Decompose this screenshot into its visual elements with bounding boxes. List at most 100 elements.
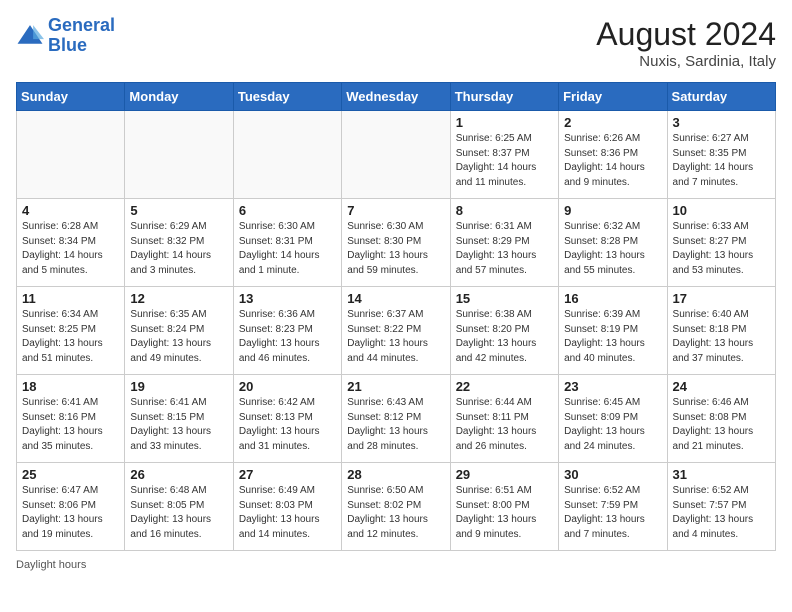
day-number: 9: [564, 203, 661, 218]
day-number: 19: [130, 379, 227, 394]
calendar-cell: 2 Sunrise: 6:26 AM Sunset: 8:36 PM Daylig…: [559, 111, 667, 199]
day-number: 18: [22, 379, 119, 394]
calendar-cell: 13 Sunrise: 6:36 AM Sunset: 8:23 PM Dayli…: [233, 287, 341, 375]
day-info: Sunrise: 6:47 AM Sunset: 8:06 PM Dayligh…: [22, 484, 119, 542]
calendar-cell: 24Sunrise: 6:46 AM Sunset: 8:08 PM Dayli…: [667, 375, 775, 463]
logo-blue: Blue: [48, 35, 87, 55]
logo-icon: [16, 22, 44, 50]
day-info: Sunrise: 6:40 AM Sunset: 8:18 PM Dayligh…: [673, 308, 770, 366]
day-info: Sunrise: 6:38 AM Sunset: 8:20 PM Dayligh…: [456, 308, 553, 366]
footer: Daylight hours: [16, 559, 776, 571]
day-info: Sunrise: 6:48 AM Sunset: 8:05 PM Dayligh…: [130, 484, 227, 542]
day-number: 29: [456, 467, 553, 482]
day-info: Sunrise: 6:35 AM Sunset: 8:24 PM Dayligh…: [130, 308, 227, 366]
calendar-cell: 14 Sunrise: 6:37 AM Sunset: 8:22 PM Dayli…: [342, 287, 450, 375]
day-info: Sunrise: 6:26 AM Sunset: 8:36 PM Dayligh…: [564, 132, 661, 190]
day-number: 2: [564, 115, 661, 130]
calendar-cell: 27 Sunrise: 6:49 AM Sunset: 8:03 PM Dayli…: [233, 463, 341, 551]
day-number: 5: [130, 203, 227, 218]
calendar-cell: 21Sunrise: 6:43 AM Sunset: 8:12 PM Dayli…: [342, 375, 450, 463]
calendar-cell: 8Sunrise: 6:31 AM Sunset: 8:29 PM Daylig…: [450, 199, 558, 287]
day-number: 31: [673, 467, 770, 482]
col-header-friday: Friday: [559, 83, 667, 111]
day-number: 21: [347, 379, 444, 394]
title-block: August 2024 Nuxis, Sardinia, Italy: [596, 16, 776, 70]
day-number: 15: [456, 291, 553, 306]
calendar-cell: [233, 111, 341, 199]
day-info: Sunrise: 6:49 AM Sunset: 8:03 PM Dayligh…: [239, 484, 336, 542]
day-number: 26: [130, 467, 227, 482]
day-number: 1: [456, 115, 553, 130]
day-info: Sunrise: 6:25 AM Sunset: 8:37 PM Dayligh…: [456, 132, 553, 190]
daylight-hours-label: Daylight hours: [16, 559, 86, 571]
day-number: 10: [673, 203, 770, 218]
calendar-cell: 29Sunrise: 6:51 AM Sunset: 8:00 PM Dayli…: [450, 463, 558, 551]
calendar-cell: 30Sunrise: 6:52 AM Sunset: 7:59 PM Dayli…: [559, 463, 667, 551]
week-row-5: 25 Sunrise: 6:47 AM Sunset: 8:06 PM Dayli…: [17, 463, 776, 551]
day-number: 25: [22, 467, 119, 482]
col-header-saturday: Saturday: [667, 83, 775, 111]
calendar-cell: 5 Sunrise: 6:29 AM Sunset: 8:32 PM Daylig…: [125, 199, 233, 287]
day-info: Sunrise: 6:50 AM Sunset: 8:02 PM Dayligh…: [347, 484, 444, 542]
day-info: Sunrise: 6:52 AM Sunset: 7:59 PM Dayligh…: [564, 484, 661, 542]
week-row-2: 4 Sunrise: 6:28 AM Sunset: 8:34 PM Daylig…: [17, 199, 776, 287]
day-info: Sunrise: 6:37 AM Sunset: 8:22 PM Dayligh…: [347, 308, 444, 366]
calendar-cell: 11 Sunrise: 6:34 AM Sunset: 8:25 PM Dayli…: [17, 287, 125, 375]
calendar-cell: 25 Sunrise: 6:47 AM Sunset: 8:06 PM Dayli…: [17, 463, 125, 551]
calendar-cell: 6 Sunrise: 6:30 AM Sunset: 8:31 PM Daylig…: [233, 199, 341, 287]
day-info: Sunrise: 6:28 AM Sunset: 8:34 PM Dayligh…: [22, 220, 119, 278]
logo-general: General: [48, 15, 115, 35]
calendar-cell: 1 Sunrise: 6:25 AM Sunset: 8:37 PM Daylig…: [450, 111, 558, 199]
day-number: 8: [456, 203, 553, 218]
calendar-cell: 3Sunrise: 6:27 AM Sunset: 8:35 PM Daylig…: [667, 111, 775, 199]
month-year: August 2024: [596, 16, 776, 53]
day-number: 22: [456, 379, 553, 394]
day-info: Sunrise: 6:33 AM Sunset: 8:27 PM Dayligh…: [673, 220, 770, 278]
col-header-tuesday: Tuesday: [233, 83, 341, 111]
day-number: 4: [22, 203, 119, 218]
logo: General Blue: [16, 16, 115, 56]
day-info: Sunrise: 6:36 AM Sunset: 8:23 PM Dayligh…: [239, 308, 336, 366]
day-info: Sunrise: 6:45 AM Sunset: 8:09 PM Dayligh…: [564, 396, 661, 454]
calendar-cell: 7Sunrise: 6:30 AM Sunset: 8:30 PM Daylig…: [342, 199, 450, 287]
calendar-cell: [342, 111, 450, 199]
calendar-cell: 18Sunrise: 6:41 AM Sunset: 8:16 PM Dayli…: [17, 375, 125, 463]
day-number: 14: [347, 291, 444, 306]
day-number: 24: [673, 379, 770, 394]
day-info: Sunrise: 6:29 AM Sunset: 8:32 PM Dayligh…: [130, 220, 227, 278]
day-number: 11: [22, 291, 119, 306]
day-info: Sunrise: 6:32 AM Sunset: 8:28 PM Dayligh…: [564, 220, 661, 278]
calendar-cell: 10 Sunrise: 6:33 AM Sunset: 8:27 PM Dayli…: [667, 199, 775, 287]
day-number: 12: [130, 291, 227, 306]
calendar-cell: [125, 111, 233, 199]
calendar-cell: 23Sunrise: 6:45 AM Sunset: 8:09 PM Dayli…: [559, 375, 667, 463]
calendar-cell: 17Sunrise: 6:40 AM Sunset: 8:18 PM Dayli…: [667, 287, 775, 375]
day-number: 20: [239, 379, 336, 394]
col-header-monday: Monday: [125, 83, 233, 111]
calendar-cell: 20Sunrise: 6:42 AM Sunset: 8:13 PM Dayli…: [233, 375, 341, 463]
day-info: Sunrise: 6:30 AM Sunset: 8:31 PM Dayligh…: [239, 220, 336, 278]
day-number: 27: [239, 467, 336, 482]
calendar-cell: 16Sunrise: 6:39 AM Sunset: 8:19 PM Dayli…: [559, 287, 667, 375]
col-header-sunday: Sunday: [17, 83, 125, 111]
calendar-cell: 22 Sunrise: 6:44 AM Sunset: 8:11 PM Dayli…: [450, 375, 558, 463]
week-row-3: 11 Sunrise: 6:34 AM Sunset: 8:25 PM Dayli…: [17, 287, 776, 375]
week-row-4: 18Sunrise: 6:41 AM Sunset: 8:16 PM Dayli…: [17, 375, 776, 463]
calendar-table: SundayMondayTuesdayWednesdayThursdayFrid…: [16, 82, 776, 551]
day-info: Sunrise: 6:34 AM Sunset: 8:25 PM Dayligh…: [22, 308, 119, 366]
logo-text: General Blue: [48, 16, 115, 56]
calendar-cell: 28 Sunrise: 6:50 AM Sunset: 8:02 PM Dayli…: [342, 463, 450, 551]
day-info: Sunrise: 6:44 AM Sunset: 8:11 PM Dayligh…: [456, 396, 553, 454]
day-info: Sunrise: 6:39 AM Sunset: 8:19 PM Dayligh…: [564, 308, 661, 366]
day-number: 28: [347, 467, 444, 482]
day-info: Sunrise: 6:52 AM Sunset: 7:57 PM Dayligh…: [673, 484, 770, 542]
calendar-cell: 31 Sunrise: 6:52 AM Sunset: 7:57 PM Dayli…: [667, 463, 775, 551]
calendar-cell: 4 Sunrise: 6:28 AM Sunset: 8:34 PM Daylig…: [17, 199, 125, 287]
calendar-cell: 12 Sunrise: 6:35 AM Sunset: 8:24 PM Dayli…: [125, 287, 233, 375]
day-number: 6: [239, 203, 336, 218]
day-number: 13: [239, 291, 336, 306]
calendar-cell: 15 Sunrise: 6:38 AM Sunset: 8:20 PM Dayli…: [450, 287, 558, 375]
day-number: 3: [673, 115, 770, 130]
calendar-header-row: SundayMondayTuesdayWednesdayThursdayFrid…: [17, 83, 776, 111]
week-row-1: 1 Sunrise: 6:25 AM Sunset: 8:37 PM Daylig…: [17, 111, 776, 199]
